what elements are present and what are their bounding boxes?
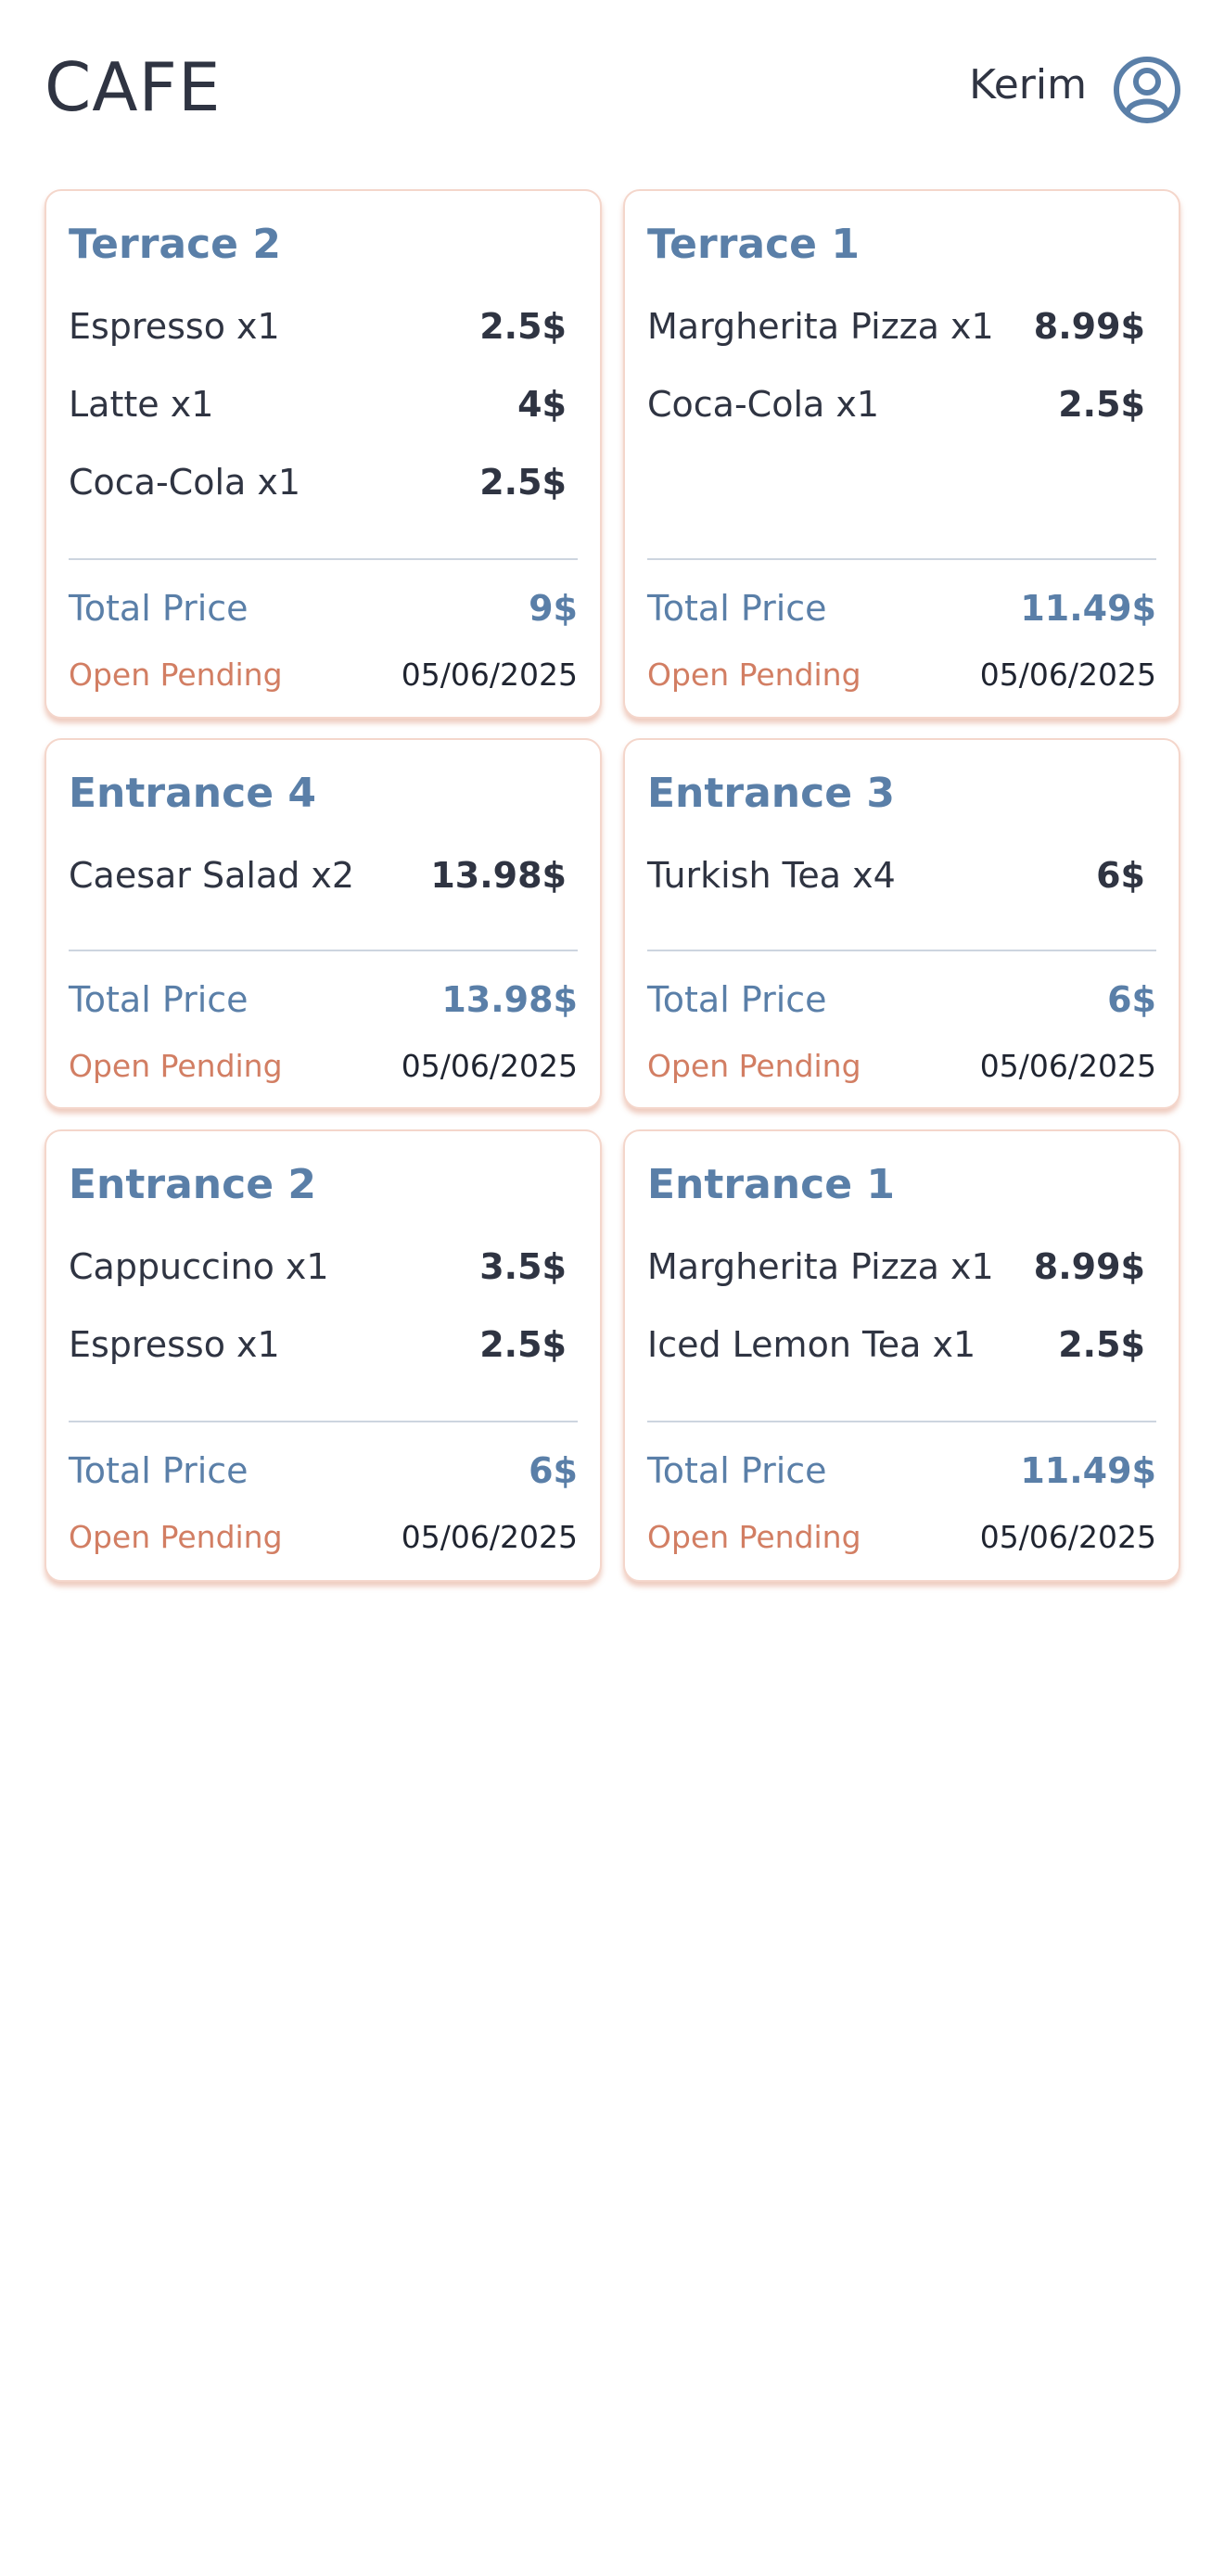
item-name: Latte x1 — [69, 384, 214, 425]
order-card-terrace-2[interactable]: Terrace 2 Espresso x1 2.5$ Latte x1 4$ C… — [45, 189, 602, 719]
order-item: Latte x1 4$ — [69, 384, 567, 440]
order-item: Caesar Salad x2 13.98$ — [69, 855, 567, 911]
order-date: 05/06/2025 — [401, 657, 578, 693]
item-name: Cappuccino x1 — [69, 1246, 329, 1287]
total-price-label: Total Price — [69, 588, 249, 629]
order-item: Iced Lemon Tea x1 2.5$ — [647, 1324, 1145, 1380]
divider — [69, 1421, 578, 1422]
item-price: 8.99$ — [1033, 306, 1145, 347]
order-item: Turkish Tea x4 6$ — [647, 855, 1145, 911]
order-card-entrance-3[interactable]: Entrance 3 Turkish Tea x4 6$ Total Price… — [623, 738, 1180, 1109]
status-badge: Open Pending — [69, 1048, 283, 1084]
table-name: Entrance 3 — [647, 770, 895, 817]
total-price-label: Total Price — [647, 588, 827, 629]
status-badge: Open Pending — [69, 1519, 283, 1555]
order-date: 05/06/2025 — [979, 657, 1156, 693]
item-price: 4$ — [517, 384, 567, 425]
divider — [69, 950, 578, 951]
order-item: Coca-Cola x1 2.5$ — [69, 462, 567, 517]
order-item: Margherita Pizza x1 8.99$ — [647, 306, 1145, 362]
item-name: Coca-Cola x1 — [69, 462, 301, 503]
status-badge: Open Pending — [69, 657, 283, 693]
order-item: Espresso x1 2.5$ — [69, 306, 567, 362]
item-name: Turkish Tea x4 — [647, 855, 896, 896]
item-price: 8.99$ — [1033, 1246, 1145, 1287]
total-price-value: 6$ — [529, 1450, 578, 1491]
order-date: 05/06/2025 — [979, 1519, 1156, 1555]
item-name: Margherita Pizza x1 — [647, 306, 994, 347]
order-card-terrace-1[interactable]: Terrace 1 Margherita Pizza x1 8.99$ Coca… — [623, 189, 1180, 719]
order-card-entrance-1[interactable]: Entrance 1 Margherita Pizza x1 8.99$ Ice… — [623, 1129, 1180, 1582]
order-item: Coca-Cola x1 2.5$ — [647, 384, 1145, 440]
item-name: Caesar Salad x2 — [69, 855, 355, 896]
table-name: Entrance 1 — [647, 1161, 895, 1208]
item-name: Espresso x1 — [69, 306, 280, 347]
order-item: Cappuccino x1 3.5$ — [69, 1246, 567, 1302]
app-title: CAFE — [45, 48, 222, 126]
item-name: Espresso x1 — [69, 1324, 280, 1365]
total-price-value: 9$ — [529, 588, 578, 629]
order-date: 05/06/2025 — [401, 1519, 578, 1555]
item-price: 2.5$ — [479, 306, 567, 347]
total-price-value: 13.98$ — [441, 979, 578, 1020]
item-price: 2.5$ — [479, 1324, 567, 1365]
total-price-label: Total Price — [69, 1450, 249, 1491]
divider — [647, 558, 1156, 560]
divider — [647, 950, 1156, 951]
order-date: 05/06/2025 — [979, 1048, 1156, 1084]
item-price: 3.5$ — [479, 1246, 567, 1287]
item-price: 2.5$ — [1058, 384, 1145, 425]
order-date: 05/06/2025 — [401, 1048, 578, 1084]
total-price-label: Total Price — [647, 1450, 827, 1491]
divider — [647, 1421, 1156, 1422]
order-card-entrance-4[interactable]: Entrance 4 Caesar Salad x2 13.98$ Total … — [45, 738, 602, 1109]
total-price-value: 6$ — [1107, 979, 1156, 1020]
item-price: 6$ — [1096, 855, 1145, 896]
status-badge: Open Pending — [647, 657, 861, 693]
item-price: 2.5$ — [1058, 1324, 1145, 1365]
divider — [69, 558, 578, 560]
table-name: Terrace 1 — [647, 221, 860, 268]
item-price: 13.98$ — [430, 855, 567, 896]
table-name: Terrace 2 — [69, 221, 281, 268]
user-name[interactable]: Kerim — [969, 61, 1087, 108]
status-badge: Open Pending — [647, 1519, 861, 1555]
item-name: Coca-Cola x1 — [647, 384, 880, 425]
table-name: Entrance 2 — [69, 1161, 316, 1208]
app-header: CAFE Kerim — [0, 0, 1224, 176]
total-price-label: Total Price — [647, 979, 827, 1020]
order-item: Margherita Pizza x1 8.99$ — [647, 1246, 1145, 1302]
item-name: Margherita Pizza x1 — [647, 1246, 994, 1287]
order-card-entrance-2[interactable]: Entrance 2 Cappuccino x1 3.5$ Espresso x… — [45, 1129, 602, 1582]
status-badge: Open Pending — [647, 1048, 861, 1084]
order-item: Espresso x1 2.5$ — [69, 1324, 567, 1380]
user-circle-icon[interactable] — [1113, 56, 1181, 124]
total-price-value: 11.49$ — [1020, 1450, 1156, 1491]
item-price: 2.5$ — [479, 462, 567, 503]
total-price-label: Total Price — [69, 979, 249, 1020]
item-name: Iced Lemon Tea x1 — [647, 1324, 976, 1365]
total-price-value: 11.49$ — [1020, 588, 1156, 629]
table-name: Entrance 4 — [69, 770, 316, 817]
